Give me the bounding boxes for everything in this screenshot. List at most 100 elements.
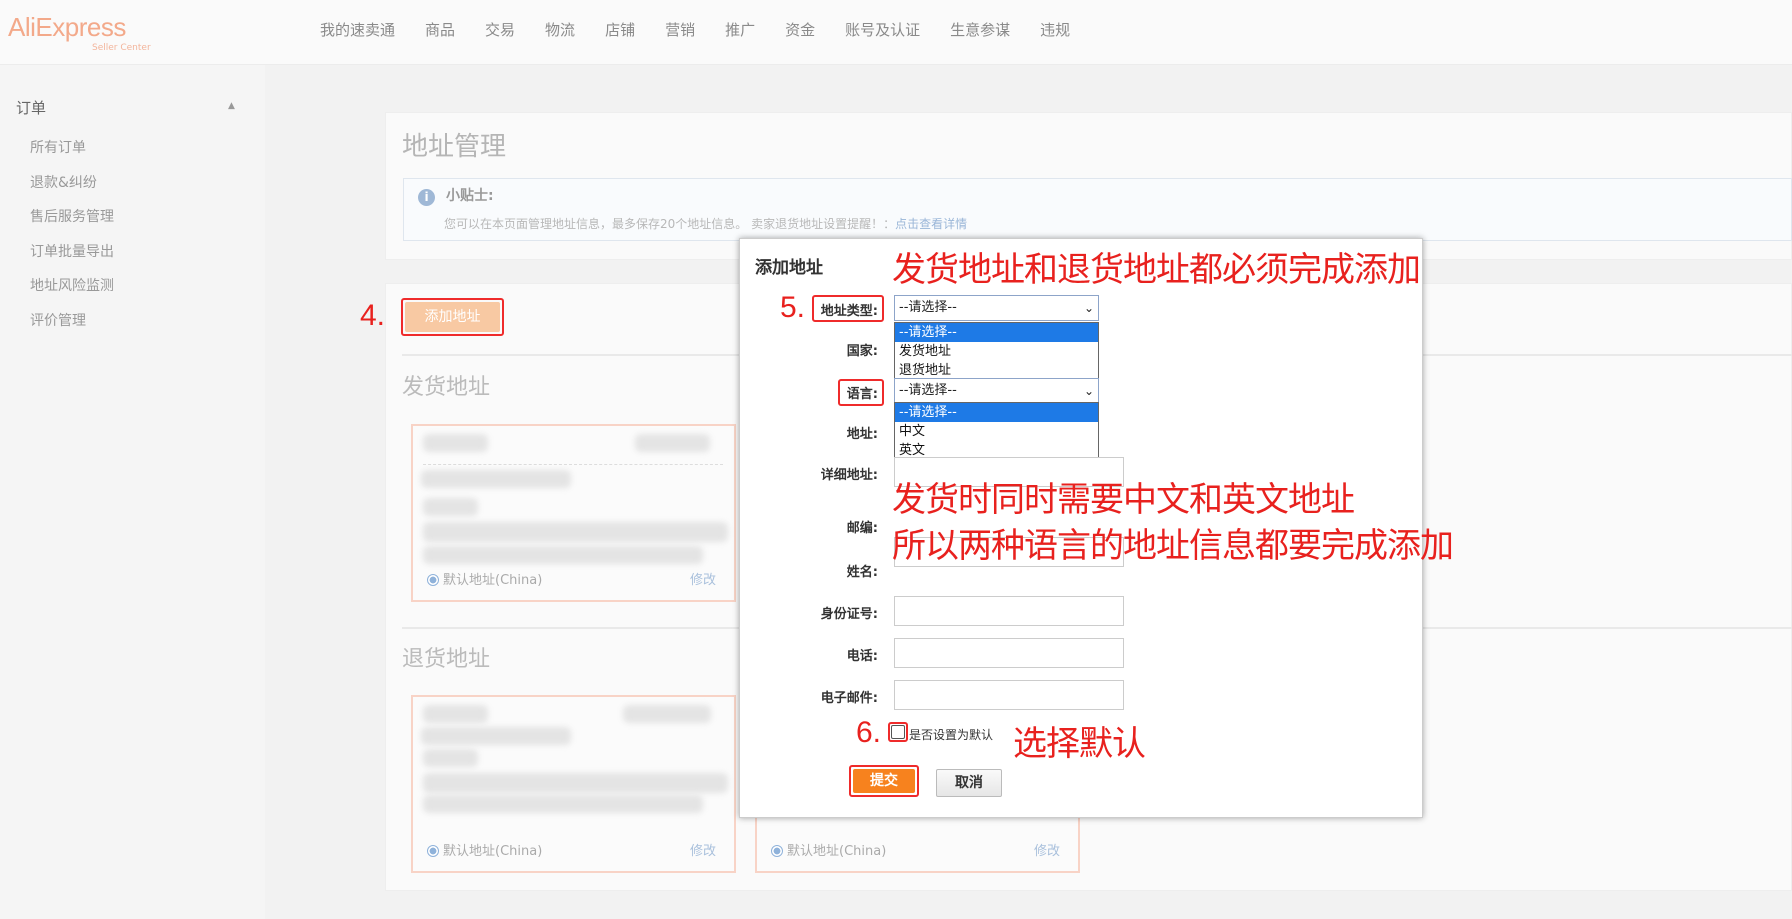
language-select[interactable]: --请选择-- ⌄: [894, 378, 1099, 404]
country-label: 国家:: [846, 344, 878, 359]
sidebar: 订单 ▲ 所有订单 退款&纠纷 售后服务管理 订单批量导出 地址风险监测 评价管…: [0, 65, 265, 919]
dropdown-option[interactable]: --请选择--: [895, 403, 1098, 422]
sidebar-item-all-orders[interactable]: 所有订单: [30, 137, 114, 172]
language-dropdown: --请选择-- 中文 英文: [894, 402, 1099, 461]
address-type-label: 地址类型:: [820, 304, 878, 319]
blurred-text: [421, 470, 571, 488]
shipping-address-card: 默认地址(China) 修改: [411, 424, 736, 602]
sidebar-items: 所有订单 退款&纠纷 售后服务管理 订单批量导出 地址风险监测 评价管理: [30, 137, 114, 344]
tip-box: i 小贴士: 您可以在本页面管理地址信息，最多保存20个地址信息。 卖家退货地址…: [403, 178, 1792, 241]
annotation-note-4: 选择默认: [1013, 724, 1146, 764]
dialog-title: 添加地址: [755, 258, 823, 278]
dropdown-option[interactable]: 中文: [895, 422, 1098, 441]
nav-my-aliexpress[interactable]: 我的速卖通: [320, 19, 395, 40]
language-value: --请选择--: [899, 383, 957, 398]
nav-logistics[interactable]: 物流: [545, 19, 575, 40]
email-input[interactable]: [894, 680, 1124, 710]
shipping-address-title: 发货地址: [402, 375, 491, 400]
submit-button[interactable]: 提交: [849, 765, 919, 797]
nav-violations[interactable]: 违规: [1040, 19, 1070, 40]
radio-icon: [427, 574, 439, 586]
nav-marketing[interactable]: 营销: [665, 19, 695, 40]
sidebar-item-export[interactable]: 订单批量导出: [30, 241, 114, 276]
cancel-button[interactable]: 取消: [936, 769, 1002, 797]
nav-business-advisor[interactable]: 生意参谋: [950, 19, 1010, 40]
address-type-select[interactable]: --请选择-- ⌄: [894, 295, 1099, 321]
nav-store[interactable]: 店铺: [605, 19, 635, 40]
address-type-value: --请选择--: [899, 300, 957, 315]
add-address-label: 添加地址: [405, 302, 500, 332]
email-label: 电子邮件:: [820, 691, 878, 706]
return-address-card: 默认地址(China) 修改: [411, 695, 736, 873]
blurred-text: [635, 434, 710, 452]
info-icon: i: [418, 189, 435, 206]
edit-link[interactable]: 修改: [1034, 840, 1060, 859]
default-address-label: 默认地址(China): [443, 844, 543, 859]
blurred-text: [623, 705, 711, 723]
default-address-radio[interactable]: 默认地址(China): [427, 569, 542, 588]
blurred-text: [421, 727, 571, 745]
phone-label: 电话:: [846, 649, 878, 664]
radio-icon: [771, 845, 783, 857]
page-title: 地址管理: [402, 132, 507, 162]
address-label: 地址:: [846, 427, 878, 442]
step-6-annotation: 6.: [856, 716, 882, 749]
sidebar-item-reviews[interactable]: 评价管理: [30, 310, 114, 345]
default-checkbox-label: 是否设置为默认: [909, 728, 994, 742]
submit-label: 提交: [853, 769, 915, 793]
nav-promotion[interactable]: 推广: [725, 19, 755, 40]
tip-body: 您可以在本页面管理地址信息，最多保存20个地址信息。 卖家退货地址设置提醒！：: [444, 217, 896, 231]
step-4-annotation: 4.: [360, 299, 386, 332]
chevron-up-icon[interactable]: ▲: [228, 101, 235, 111]
blurred-text: [423, 773, 728, 793]
blurred-text: [423, 705, 488, 723]
default-address-label: 默认地址(China): [787, 844, 887, 859]
id-number-input[interactable]: [894, 596, 1124, 626]
detail-address-label: 详细地址:: [820, 468, 878, 483]
aliexpress-logo[interactable]: AliExpress Seller Center: [8, 12, 151, 53]
return-address-title: 退货地址: [402, 647, 491, 672]
nav-account[interactable]: 账号及认证: [845, 19, 920, 40]
chevron-down-icon: ⌄: [1083, 384, 1094, 398]
tip-title: 小贴士:: [446, 188, 494, 204]
chevron-down-icon: ⌄: [1083, 301, 1094, 315]
default-address-label: 默认地址(China): [443, 573, 543, 588]
address-type-dropdown: --请选择-- 发货地址 退货地址: [894, 322, 1099, 381]
radio-icon: [427, 845, 439, 857]
id-number-label: 身份证号:: [820, 607, 878, 622]
name-label: 姓名:: [846, 565, 878, 580]
sidebar-item-after-sales[interactable]: 售后服务管理: [30, 206, 114, 241]
annotation-note-3: 所以两种语言的地址信息都要完成添加: [892, 526, 1454, 566]
nav-products[interactable]: 商品: [425, 19, 455, 40]
default-address-radio[interactable]: 默认地址(China): [771, 840, 886, 859]
sidebar-item-address-risk[interactable]: 地址风险监测: [30, 275, 114, 310]
top-navigation: AliExpress Seller Center 我的速卖通 商品 交易 物流 …: [0, 0, 1792, 65]
add-address-button[interactable]: 添加地址: [401, 298, 504, 336]
sidebar-section-orders[interactable]: 订单: [16, 97, 46, 118]
main-nav: 我的速卖通 商品 交易 物流 店铺 营销 推广 资金 账号及认证 生意参谋 违规: [320, 19, 1100, 40]
blurred-text: [423, 749, 478, 767]
logo-subtitle: Seller Center: [92, 43, 151, 53]
blurred-text: [423, 498, 478, 516]
blurred-text: [423, 522, 728, 542]
tip-detail-link[interactable]: 点击查看详情: [895, 217, 967, 231]
blurred-text: [423, 434, 488, 452]
divider: [423, 464, 723, 465]
nav-funds[interactable]: 资金: [785, 19, 815, 40]
blurred-text: [423, 546, 703, 564]
language-label: 语言:: [846, 387, 878, 402]
edit-link[interactable]: 修改: [690, 569, 716, 588]
sidebar-item-refunds[interactable]: 退款&纠纷: [30, 172, 114, 207]
zip-label: 邮编:: [846, 521, 878, 536]
annotation-note-2: 发货时同时需要中文和英文地址: [892, 480, 1355, 520]
dropdown-option[interactable]: 发货地址: [895, 342, 1098, 361]
blurred-text: [423, 795, 703, 813]
nav-transactions[interactable]: 交易: [485, 19, 515, 40]
default-checkbox[interactable]: [891, 725, 905, 739]
phone-input[interactable]: [894, 638, 1124, 668]
edit-link[interactable]: 修改: [690, 840, 716, 859]
tip-text: 您可以在本页面管理地址信息，最多保存20个地址信息。 卖家退货地址设置提醒！：点…: [444, 215, 967, 232]
dropdown-option[interactable]: --请选择--: [895, 323, 1098, 342]
logo-text: AliExpress: [8, 12, 126, 42]
default-address-radio[interactable]: 默认地址(China): [427, 840, 542, 859]
